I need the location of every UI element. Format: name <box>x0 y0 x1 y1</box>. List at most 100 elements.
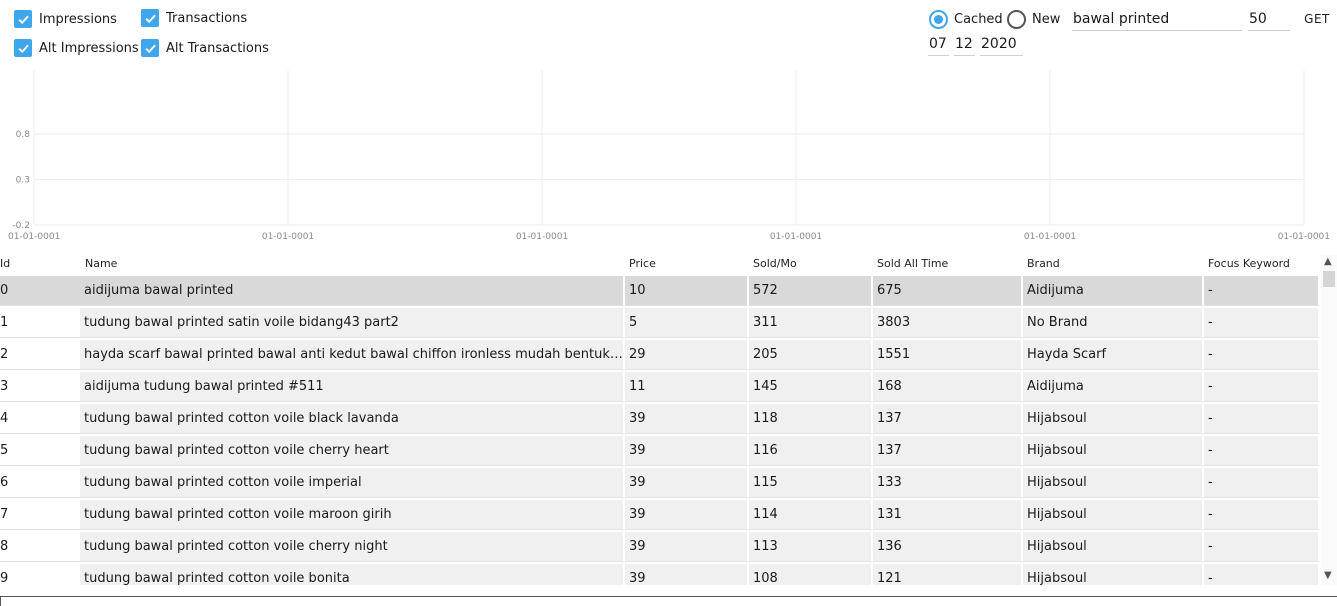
cell-id: 2 <box>0 340 80 370</box>
date-day-input[interactable] <box>928 34 949 56</box>
table-row[interactable]: 9 tudung bawal printed cotton voile bonit… <box>0 564 1320 585</box>
cell-price: 39 <box>625 436 749 466</box>
table-row[interactable]: 2 hayda scarf bawal printed bawal anti ke… <box>0 340 1320 372</box>
cell-sold-all-time: 136 <box>873 532 1023 562</box>
cell-price: 10 <box>625 276 749 306</box>
cell-brand: Hijabsoul <box>1023 500 1204 530</box>
cell-id: 9 <box>0 564 80 585</box>
radio-selected-icon <box>929 10 948 29</box>
col-header-focus-keyword[interactable]: Focus Keyword <box>1208 257 1290 270</box>
cell-name: tudung bawal printed cotton voile cherry… <box>80 436 625 466</box>
table-row[interactable]: 7 tudung bawal printed cotton voile maroo… <box>0 500 1320 532</box>
cell-sold-mo: 572 <box>749 276 873 306</box>
impressions-checkbox[interactable]: Impressions <box>14 10 117 28</box>
cell-focus-keyword: - <box>1204 340 1320 370</box>
col-header-sold-mo[interactable]: Sold/Mo <box>753 257 797 270</box>
chart-x-tick-label: 01-01-0001 <box>1024 232 1076 242</box>
scroll-thumb[interactable] <box>1323 271 1335 287</box>
cell-id: 8 <box>0 532 80 562</box>
chart-x-tick-label: 01-01-0001 <box>262 232 314 242</box>
cell-name: tudung bawal printed cotton voile black … <box>80 404 625 434</box>
table-row[interactable]: 8 tudung bawal printed cotton voile cherr… <box>0 532 1320 564</box>
check-icon <box>14 10 32 28</box>
col-header-brand[interactable]: Brand <box>1027 257 1060 270</box>
table-header: Id Name Price Sold/Mo Sold All Time Bran… <box>0 255 1320 275</box>
table-scrollbar[interactable]: ▲ ▼ <box>1321 255 1337 586</box>
cell-sold-mo: 205 <box>749 340 873 370</box>
cell-brand: Hijabsoul <box>1023 532 1204 562</box>
cached-radio[interactable]: Cached <box>929 10 1003 29</box>
cell-brand: Hijabsoul <box>1023 468 1204 498</box>
cell-focus-keyword: - <box>1204 276 1320 306</box>
cell-id: 6 <box>0 468 80 498</box>
table-row[interactable]: 0 aidijuma bawal printed 10 572 675 Aidijuma - <box>0 276 1320 308</box>
cell-id: 0 <box>0 276 80 306</box>
keyword-input[interactable] <box>1072 9 1242 31</box>
cell-name: hayda scarf bawal printed bawal anti ked… <box>80 340 625 370</box>
cell-sold-mo: 115 <box>749 468 873 498</box>
cell-price: 29 <box>625 340 749 370</box>
sales-chart: 01-01-0001 01-01-0001 01-01-0001 01-01-0001… <box>8 70 1330 242</box>
cell-price: 39 <box>625 564 749 585</box>
cell-sold-all-time: 137 <box>873 436 1023 466</box>
date-month-input[interactable] <box>954 34 975 56</box>
cell-sold-all-time: 1551 <box>873 340 1023 370</box>
table-row[interactable]: 6 tudung bawal printed cotton voile imper… <box>0 468 1320 500</box>
cell-sold-all-time: 675 <box>873 276 1023 306</box>
limit-input[interactable] <box>1248 9 1290 31</box>
col-header-price[interactable]: Price <box>629 257 656 270</box>
cell-sold-mo: 145 <box>749 372 873 402</box>
alt-impressions-checkbox[interactable]: Alt Impressions <box>14 39 139 57</box>
col-header-name[interactable]: Name <box>85 257 117 270</box>
get-button[interactable]: GET <box>1300 9 1334 29</box>
cell-name: tudung bawal printed cotton voile maroon… <box>80 500 625 530</box>
table-row[interactable]: 3 aidijuma tudung bawal printed #511 11 145… <box>0 372 1320 404</box>
transactions-label: Transactions <box>166 10 248 26</box>
chart-y-tick-label: 0.3 <box>16 176 30 186</box>
cell-name: tudung bawal printed cotton voile cherry… <box>80 532 625 562</box>
chart-y-tick-label: -0.2 <box>12 221 30 231</box>
cell-focus-keyword: - <box>1204 532 1320 562</box>
table-row[interactable]: 5 tudung bawal printed cotton voile cherr… <box>0 436 1320 468</box>
cell-focus-keyword: - <box>1204 468 1320 498</box>
transactions-checkbox[interactable]: Transactions <box>141 9 247 27</box>
cell-focus-keyword: - <box>1204 564 1320 585</box>
check-icon <box>141 39 159 57</box>
cell-focus-keyword: - <box>1204 500 1320 530</box>
cell-sold-mo: 311 <box>749 308 873 338</box>
table-row[interactable]: 4 tudung bawal printed cotton voile black… <box>0 404 1320 436</box>
scroll-down-icon[interactable]: ▼ <box>1324 570 1332 581</box>
alt-transactions-label: Alt Transactions <box>166 40 269 56</box>
new-label: New <box>1032 12 1061 27</box>
alt-transactions-checkbox[interactable]: Alt Transactions <box>141 39 269 57</box>
scroll-up-icon[interactable]: ▲ <box>1324 256 1332 267</box>
cell-price: 39 <box>625 468 749 498</box>
cell-focus-keyword: - <box>1204 436 1320 466</box>
col-header-id[interactable]: Id <box>0 257 10 270</box>
chart-x-tick-label: 01-01-0001 <box>770 232 822 242</box>
cell-sold-mo: 113 <box>749 532 873 562</box>
col-header-sold-all-time[interactable]: Sold All Time <box>877 257 948 270</box>
cell-sold-all-time: 137 <box>873 404 1023 434</box>
new-radio[interactable]: New <box>1007 10 1060 29</box>
cell-sold-all-time: 133 <box>873 468 1023 498</box>
cell-name: aidijuma bawal printed <box>80 276 625 306</box>
cell-sold-mo: 118 <box>749 404 873 434</box>
cell-name: tudung bawal printed cotton voile bonita <box>80 564 625 585</box>
cell-focus-keyword: - <box>1204 404 1320 434</box>
cell-id: 7 <box>0 500 80 530</box>
cell-brand: Aidijuma <box>1023 372 1204 402</box>
cell-brand: Hijabsoul <box>1023 564 1204 585</box>
table-row[interactable]: 1 tudung bawal printed satin voile bidang… <box>0 308 1320 340</box>
cell-brand: Hijabsoul <box>1023 404 1204 434</box>
cell-brand: No Brand <box>1023 308 1204 338</box>
impressions-label: Impressions <box>39 11 117 27</box>
cell-sold-mo: 116 <box>749 436 873 466</box>
cell-brand: Aidijuma <box>1023 276 1204 306</box>
cell-name: tudung bawal printed cotton voile imperi… <box>80 468 625 498</box>
cell-sold-all-time: 3803 <box>873 308 1023 338</box>
cell-sold-all-time: 168 <box>873 372 1023 402</box>
date-year-input[interactable] <box>980 34 1023 56</box>
cell-id: 3 <box>0 372 80 402</box>
chart-x-tick-label: 01-01-0001 <box>8 232 60 242</box>
